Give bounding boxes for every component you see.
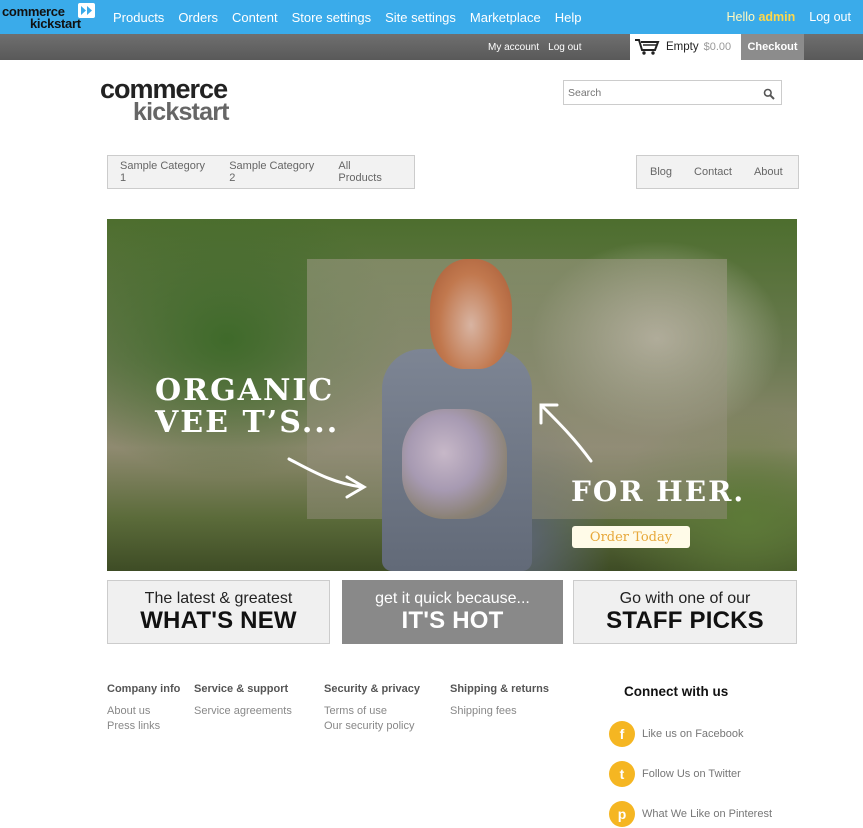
site-logo[interactable]: commerce kickstart: [100, 74, 245, 126]
hello-greeting: Hello admin: [727, 10, 796, 24]
nav-all-products[interactable]: All Products: [338, 160, 394, 184]
footer-link-press-links[interactable]: Press links: [107, 719, 180, 734]
footer-heading: Company info: [107, 683, 181, 695]
footer-link-service-agreements[interactable]: Service agreements: [194, 704, 292, 719]
hero-headline-line1: ORGANIC: [155, 373, 335, 408]
hero-headline: ORGANIC VEE T’S...: [155, 375, 339, 439]
admin-menu-store-settings[interactable]: Store settings: [292, 10, 372, 25]
cart-total: $0.00: [703, 41, 732, 53]
secondary-navigation: Blog Contact About: [636, 155, 799, 189]
admin-menu-marketplace[interactable]: Marketplace: [470, 10, 541, 25]
cart-icon: [634, 38, 660, 56]
footer-service-support: Service & support Service agreements: [194, 683, 292, 719]
search-box: [563, 80, 782, 105]
promo-staff-picks-subtitle: Go with one of our: [619, 590, 751, 607]
footer-security-privacy: Security & privacy Terms of use Our secu…: [324, 683, 420, 734]
connect-heading: Connect with us: [624, 684, 729, 699]
user-logout-link[interactable]: Log out: [548, 42, 581, 53]
footer-link-security-policy[interactable]: Our security policy: [324, 719, 420, 734]
admin-menu-products[interactable]: Products: [113, 10, 164, 25]
hero-model-head: [430, 259, 512, 369]
user-links: My account Log out: [488, 34, 591, 60]
footer-shipping-returns: Shipping & returns Shipping fees: [450, 683, 549, 719]
promo-staff-picks[interactable]: Go with one of our STAFF PICKS: [573, 580, 797, 644]
admin-menu-help[interactable]: Help: [555, 10, 582, 25]
site-logo-line2: kickstart: [133, 98, 229, 126]
admin-logo[interactable]: commerce kickstart: [2, 2, 95, 32]
admin-user-area: Hello admin Log out: [727, 0, 852, 34]
nav-contact[interactable]: Contact: [694, 166, 732, 178]
fast-forward-icon: [78, 3, 95, 18]
promo-whats-new-title: WHAT'S NEW: [140, 607, 297, 634]
admin-menu-site-settings[interactable]: Site settings: [385, 10, 456, 25]
cart-summary[interactable]: Empty $0.00: [630, 34, 741, 60]
footer-heading: Service & support: [194, 683, 289, 695]
hero-banner[interactable]: ORGANIC VEE T’S... FOR HER. Order Today: [107, 219, 797, 571]
hero-headline-line2: VEE T’S...: [155, 405, 340, 440]
hero-shirt-print: [402, 409, 507, 519]
admin-menu-content[interactable]: Content: [232, 10, 278, 25]
footer-heading: Shipping & returns: [450, 683, 549, 695]
hello-prefix: Hello: [726, 10, 759, 24]
social-twitter[interactable]: t Follow Us on Twitter: [609, 761, 741, 787]
search-icon[interactable]: [763, 87, 775, 100]
nav-sample-category-2[interactable]: Sample Category 2: [229, 160, 318, 184]
arrow-right-icon: [287, 457, 367, 499]
social-label[interactable]: What We Like on Pinterest: [642, 808, 772, 820]
promo-its-hot[interactable]: get it quick because... IT'S HOT: [342, 580, 563, 644]
footer-link-shipping-fees[interactable]: Shipping fees: [450, 704, 549, 719]
social-label[interactable]: Like us on Facebook: [642, 728, 744, 740]
social-facebook[interactable]: f Like us on Facebook: [609, 721, 744, 747]
admin-menu: Products Orders Content Store settings S…: [106, 0, 588, 34]
promo-whats-new[interactable]: The latest & greatest WHAT'S NEW: [107, 580, 330, 644]
admin-logout-link[interactable]: Log out: [809, 10, 851, 24]
search-input[interactable]: [564, 81, 754, 104]
facebook-icon[interactable]: f: [609, 721, 635, 747]
order-today-button[interactable]: Order Today: [572, 526, 690, 548]
hero-tagline: FOR HER.: [571, 475, 746, 508]
cart-status: Empty: [666, 41, 699, 53]
promo-whats-new-subtitle: The latest & greatest: [144, 590, 293, 607]
hello-username[interactable]: admin: [758, 10, 795, 24]
arrow-up-icon: [539, 403, 593, 463]
twitter-icon[interactable]: t: [609, 761, 635, 787]
promo-its-hot-subtitle: get it quick because...: [375, 590, 530, 607]
admin-menu-orders[interactable]: Orders: [178, 10, 218, 25]
nav-sample-category-1[interactable]: Sample Category 1: [120, 160, 209, 184]
footer-link-terms-of-use[interactable]: Terms of use: [324, 704, 420, 719]
pinterest-icon[interactable]: p: [609, 801, 635, 827]
nav-about[interactable]: About: [754, 166, 783, 178]
main-navigation: Sample Category 1 Sample Category 2 All …: [107, 155, 415, 189]
admin-logo-line2: kickstart: [30, 16, 81, 31]
admin-toolbar: commerce kickstart Products Orders Conte…: [0, 0, 863, 34]
nav-blog[interactable]: Blog: [650, 166, 672, 178]
promo-staff-picks-title: STAFF PICKS: [606, 607, 764, 634]
checkout-button[interactable]: Checkout: [741, 34, 804, 60]
social-pinterest[interactable]: p What We Like on Pinterest: [609, 801, 772, 827]
my-account-link[interactable]: My account: [488, 42, 539, 53]
footer-heading: Security & privacy: [324, 683, 420, 695]
footer-company-info: Company info About us Press links: [107, 683, 180, 734]
social-label[interactable]: Follow Us on Twitter: [642, 768, 741, 780]
promo-its-hot-title: IT'S HOT: [401, 607, 504, 634]
footer-link-about-us[interactable]: About us: [107, 704, 180, 719]
